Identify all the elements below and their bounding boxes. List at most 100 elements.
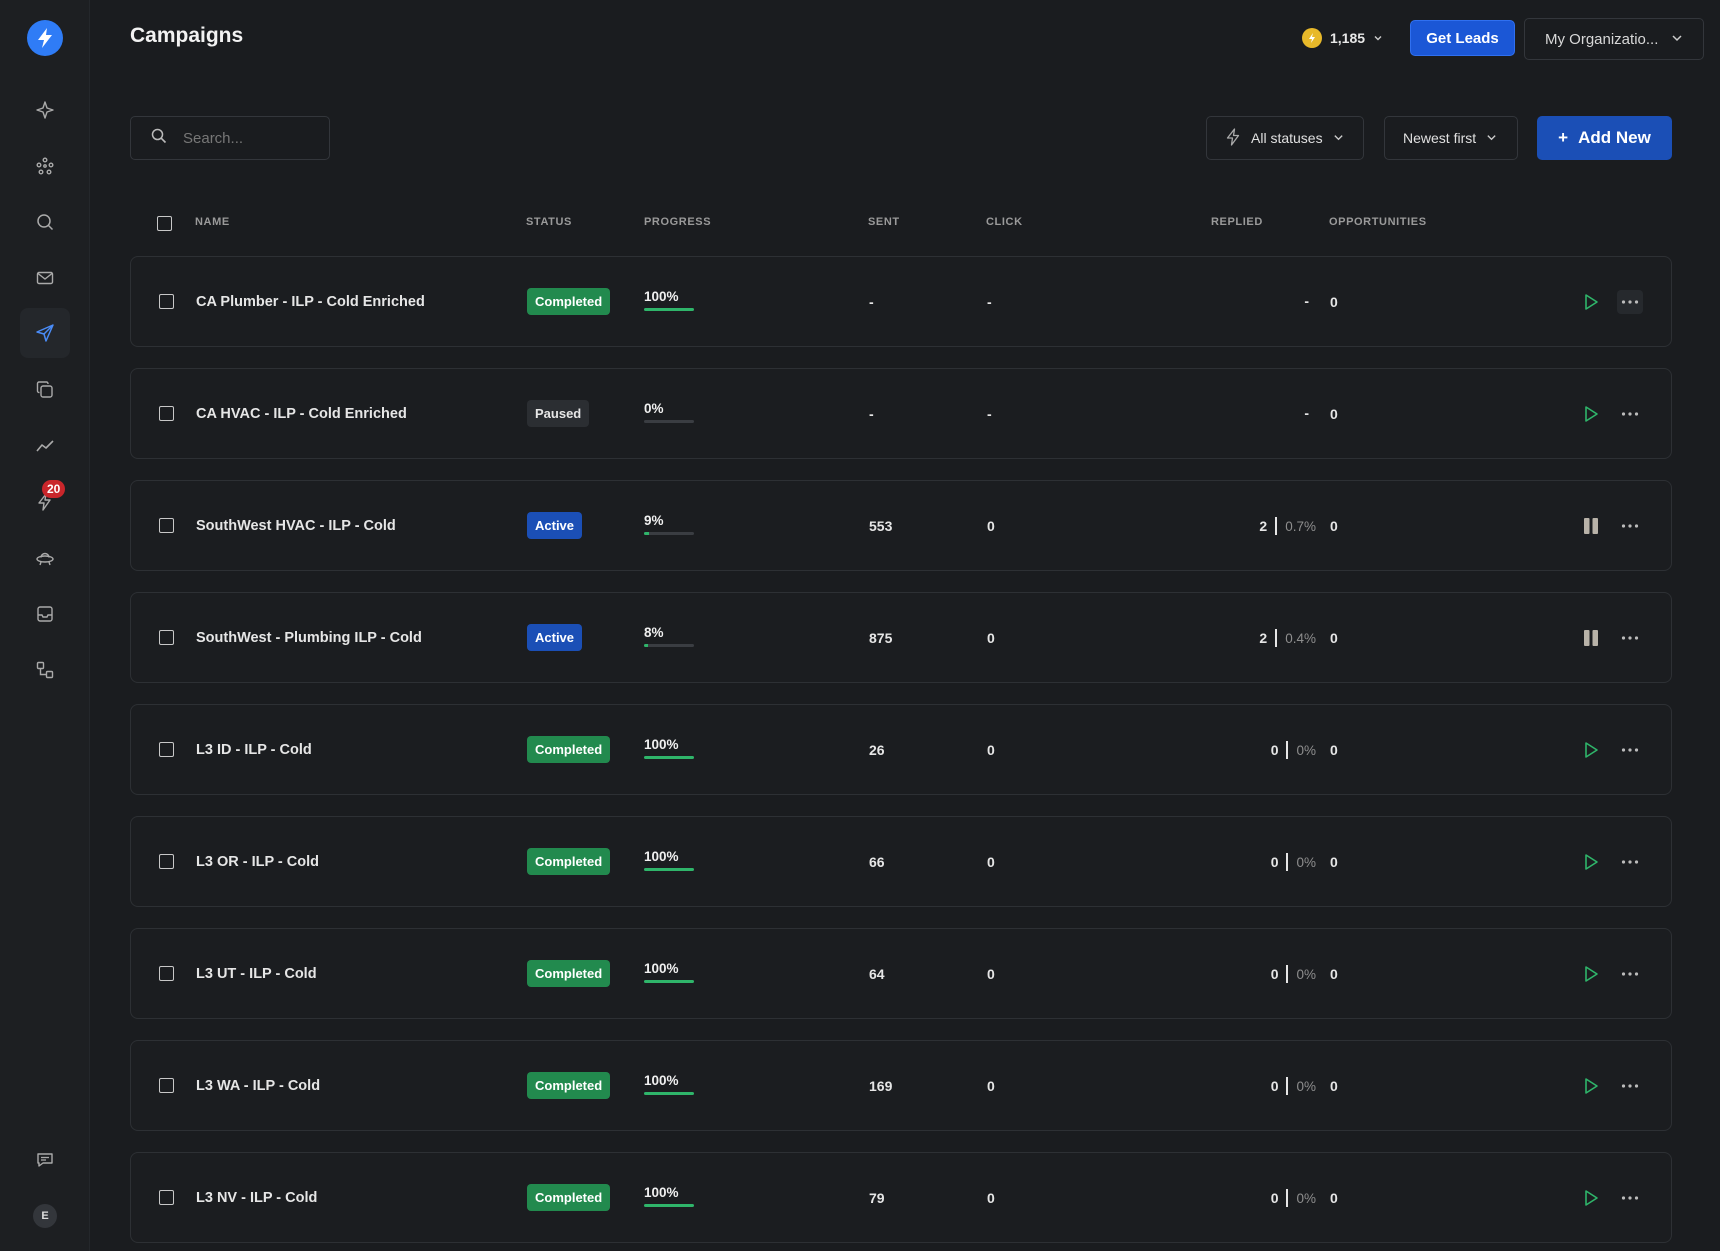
replied-cell: 0 0% (1171, 1077, 1316, 1095)
campaign-row[interactable]: L3 OR - ILP - Cold Completed 100% 66 0 0 0% 0 (130, 816, 1672, 907)
column-name[interactable]: NAME (195, 216, 230, 228)
row-checkbox[interactable] (159, 294, 174, 309)
pause-icon[interactable] (1579, 514, 1603, 538)
row-checkbox[interactable] (159, 518, 174, 533)
more-options-icon[interactable] (1617, 1074, 1643, 1098)
select-all-checkbox[interactable] (157, 216, 172, 231)
column-replied[interactable]: REPLIED (1211, 216, 1263, 228)
pause-icon[interactable] (1579, 626, 1603, 650)
progress-bar (644, 644, 694, 647)
more-options-icon[interactable] (1617, 962, 1643, 986)
search-input[interactable] (183, 129, 313, 147)
user-avatar[interactable]: E (33, 1204, 57, 1228)
chat-support-icon[interactable] (20, 1135, 70, 1185)
campaign-name[interactable]: CA HVAC - ILP - Cold Enriched (196, 406, 407, 422)
row-checkbox[interactable] (159, 1190, 174, 1205)
replied-divider (1286, 1077, 1289, 1095)
progress-indicator: 100% (644, 1073, 694, 1095)
more-options-icon[interactable] (1617, 290, 1643, 314)
reply-rate: 0% (1296, 742, 1316, 758)
row-checkbox[interactable] (159, 406, 174, 421)
replied-count: 0 (1270, 966, 1279, 982)
replied-divider (1286, 853, 1289, 871)
progress-indicator: 100% (644, 289, 694, 311)
analytics-icon[interactable] (20, 421, 70, 471)
campaign-name[interactable]: L3 NV - ILP - Cold (196, 1190, 317, 1206)
network-icon[interactable] (20, 141, 70, 191)
campaign-row[interactable]: L3 ID - ILP - Cold Completed 100% 26 0 0 0% 0 (130, 704, 1672, 795)
campaign-row[interactable]: CA Plumber - ILP - Cold Enriched Complete… (130, 256, 1672, 347)
sort-dropdown[interactable]: Newest first (1384, 116, 1518, 160)
replied-divider (1275, 517, 1278, 535)
row-checkbox[interactable] (159, 1078, 174, 1093)
play-icon[interactable] (1579, 290, 1603, 314)
campaign-row[interactable]: L3 WA - ILP - Cold Completed 100% 169 0 0 0% 0 (130, 1040, 1672, 1131)
campaign-name[interactable]: CA Plumber - ILP - Cold Enriched (196, 294, 425, 310)
sparkle-icon[interactable] (20, 85, 70, 135)
progress-indicator: 100% (644, 737, 694, 759)
play-icon[interactable] (1579, 962, 1603, 986)
ufo-icon[interactable] (20, 533, 70, 583)
integrations-icon[interactable] (20, 645, 70, 695)
play-icon[interactable] (1579, 738, 1603, 762)
app-logo-icon[interactable] (27, 20, 63, 56)
play-icon[interactable] (1579, 850, 1603, 874)
click-count: 0 (987, 742, 995, 758)
campaign-name[interactable]: SouthWest HVAC - ILP - Cold (196, 518, 396, 534)
add-new-button[interactable]: + Add New (1537, 116, 1672, 160)
credits-dropdown[interactable]: 1,185 (1302, 26, 1383, 50)
progress-indicator: 100% (644, 1185, 694, 1207)
column-click[interactable]: CLICK (986, 216, 1023, 228)
organization-selector[interactable]: My Organizatio... (1524, 18, 1704, 60)
add-new-label: Add New (1578, 128, 1651, 147)
progress-indicator: 0% (644, 401, 694, 423)
row-checkbox[interactable] (159, 742, 174, 757)
chevron-down-icon (1671, 31, 1683, 48)
column-sent[interactable]: SENT (868, 216, 900, 228)
campaign-row[interactable]: L3 NV - ILP - Cold Completed 100% 79 0 0 0% 0 (130, 1152, 1672, 1243)
row-checkbox[interactable] (159, 966, 174, 981)
search-nav-icon[interactable] (20, 197, 70, 247)
more-options-icon[interactable] (1617, 850, 1643, 874)
campaign-row[interactable]: CA HVAC - ILP - Cold Enriched Paused 0% - - -… (130, 368, 1672, 459)
more-options-icon[interactable] (1617, 738, 1643, 762)
column-progress[interactable]: PROGRESS (644, 216, 711, 228)
get-leads-button[interactable]: Get Leads (1410, 20, 1515, 56)
inbox-icon[interactable] (20, 589, 70, 639)
more-options-icon[interactable] (1617, 1186, 1643, 1210)
play-icon[interactable] (1579, 1186, 1603, 1210)
more-options-icon[interactable] (1617, 402, 1643, 426)
campaign-row[interactable]: SouthWest - Plumbing ILP - Cold Active 8% 8… (130, 592, 1672, 683)
status-badge: Completed (527, 1072, 611, 1099)
status-badge: Active (527, 624, 583, 651)
search-box[interactable] (130, 116, 330, 160)
send-icon[interactable] (20, 308, 70, 358)
campaign-row[interactable]: SouthWest HVAC - ILP - Cold Active 9% 553 0 2… (130, 480, 1672, 571)
replied-count: 0 (1270, 742, 1279, 758)
click-count: - (987, 294, 992, 310)
more-options-icon[interactable] (1617, 514, 1643, 538)
column-status[interactable]: STATUS (526, 216, 572, 228)
campaign-name[interactable]: L3 UT - ILP - Cold (196, 966, 317, 982)
campaign-row[interactable]: L3 UT - ILP - Cold Completed 100% 64 0 0 0% 0 (130, 928, 1672, 1019)
more-options-icon[interactable] (1617, 626, 1643, 650)
copy-icon[interactable] (20, 365, 70, 415)
campaign-name[interactable]: L3 ID - ILP - Cold (196, 742, 312, 758)
lightning-notifications-icon[interactable]: 20 (20, 477, 70, 527)
chevron-down-icon (1486, 130, 1497, 146)
progress-bar (644, 308, 694, 311)
row-checkbox[interactable] (159, 854, 174, 869)
campaign-name[interactable]: L3 OR - ILP - Cold (196, 854, 319, 870)
progress-percent: 100% (644, 1073, 679, 1088)
campaign-name[interactable]: SouthWest - Plumbing ILP - Cold (196, 630, 422, 646)
column-opportunities[interactable]: OPPORTUNITIES (1329, 216, 1427, 228)
row-checkbox[interactable] (159, 630, 174, 645)
progress-bar (644, 1092, 694, 1095)
mail-icon[interactable] (20, 253, 70, 303)
play-icon[interactable] (1579, 402, 1603, 426)
progress-percent: 9% (644, 513, 664, 528)
campaign-name[interactable]: L3 WA - ILP - Cold (196, 1078, 320, 1094)
status-filter-dropdown[interactable]: All statuses (1206, 116, 1364, 160)
play-icon[interactable] (1579, 1074, 1603, 1098)
plus-icon: + (1558, 128, 1569, 147)
